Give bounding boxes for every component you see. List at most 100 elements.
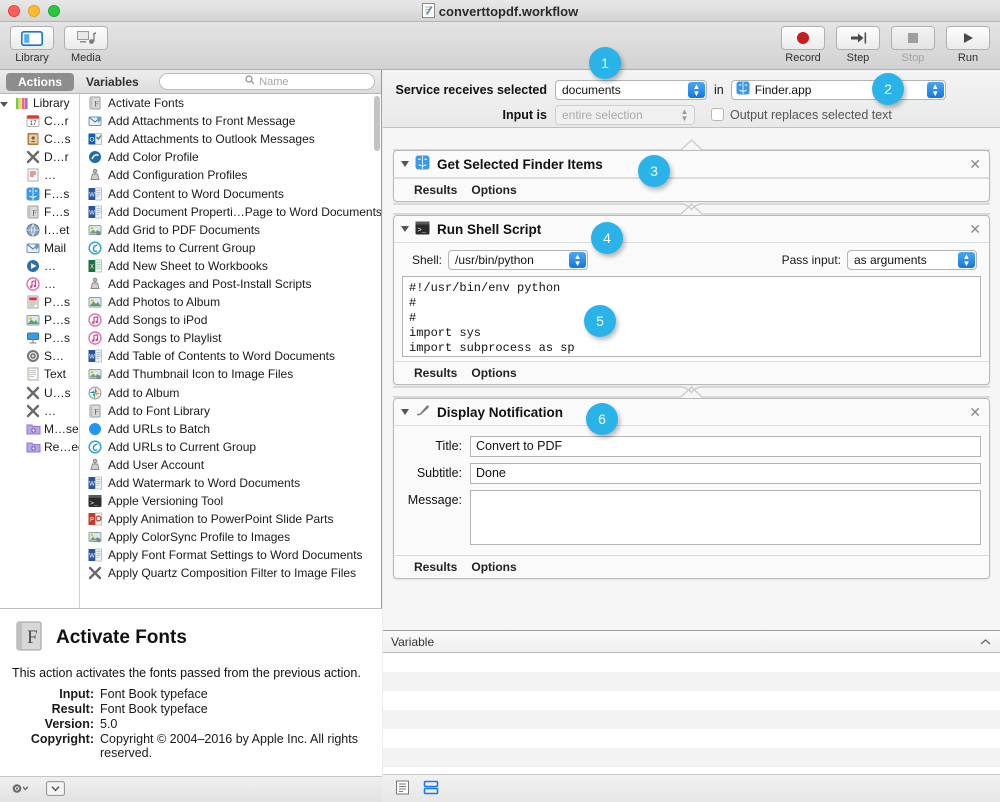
action-list-item[interactable]: WApply Font Format Settings to Word Docu… <box>80 546 381 564</box>
category-item[interactable]: … <box>0 402 79 420</box>
action-list-item[interactable]: Add Color Profile <box>80 148 381 166</box>
action-list-item[interactable]: Add to Album <box>80 384 381 402</box>
action-header[interactable]: Display Notification ✕ <box>394 399 989 426</box>
category-item[interactable]: … <box>0 166 79 184</box>
tab-variables[interactable]: Variables <box>74 73 151 91</box>
variables-view-icon[interactable] <box>423 780 439 798</box>
output-replaces-checkbox[interactable] <box>711 108 724 121</box>
step-button[interactable]: Step <box>836 26 880 64</box>
action-get-selected-finder-items[interactable]: Get Selected Finder Items ✕ Results Opti… <box>393 150 990 202</box>
notification-subtitle-input[interactable]: Done <box>470 463 981 484</box>
action-list-item[interactable]: Add User Account <box>80 456 381 474</box>
scrollbar-thumb[interactable] <box>374 96 380 151</box>
category-item[interactable]: S… <box>0 347 79 365</box>
action-list-item[interactable]: Add Configuration Profiles <box>80 166 381 184</box>
category-item[interactable]: FF…s <box>0 203 79 221</box>
variables-row[interactable] <box>383 710 1000 729</box>
target-app-dropdown[interactable]: Finder.app ▲▼ <box>731 80 946 100</box>
action-list-item[interactable]: Add URLs to Batch <box>80 420 381 438</box>
action-list-item[interactable]: WAdd Watermark to Word Documents <box>80 474 381 492</box>
category-item[interactable]: U…s <box>0 384 79 402</box>
category-item[interactable]: … <box>0 275 79 293</box>
variables-row[interactable] <box>383 729 1000 748</box>
stop-button[interactable]: Stop <box>891 26 935 64</box>
category-item[interactable]: Library <box>0 94 79 112</box>
action-list-item[interactable]: FActivate Fonts <box>80 94 381 112</box>
close-icon[interactable]: ✕ <box>969 222 981 236</box>
action-list-item[interactable]: Add Items to Current Group <box>80 239 381 257</box>
category-item[interactable]: I…et <box>0 221 79 239</box>
category-item[interactable]: … <box>0 257 79 275</box>
run-button[interactable]: Run <box>946 26 990 64</box>
action-list-item[interactable]: FAdd to Font Library <box>80 402 381 420</box>
variables-row[interactable] <box>383 672 1000 691</box>
shell-dropdown[interactable]: /usr/bin/python ▲▼ <box>448 250 588 270</box>
action-list-item[interactable]: Add Photos to Album <box>80 293 381 311</box>
action-list-item[interactable]: Add Packages and Post-Install Scripts <box>80 275 381 293</box>
action-list-item[interactable]: Add Thumbnail Icon to Image Files <box>80 365 381 383</box>
close-icon[interactable]: ✕ <box>969 405 981 419</box>
action-list-item[interactable]: WAdd Table of Contents to Word Documents <box>80 347 381 365</box>
action-list-item[interactable]: XAdd New Sheet to Workbooks <box>80 257 381 275</box>
log-view-icon[interactable] <box>395 780 410 798</box>
notification-message-input[interactable] <box>470 490 981 545</box>
category-item[interactable]: P…s <box>0 293 79 311</box>
close-icon[interactable]: ✕ <box>969 157 981 171</box>
action-list-item[interactable]: Add URLs to Current Group <box>80 438 381 456</box>
options-tab[interactable]: Options <box>471 560 516 574</box>
results-tab[interactable]: Results <box>414 366 457 380</box>
action-list-item[interactable]: WAdd Content to Word Documents <box>80 184 381 202</box>
category-item[interactable]: F…s <box>0 184 79 202</box>
gear-menu-icon[interactable] <box>10 782 32 798</box>
variables-row[interactable] <box>383 653 1000 672</box>
action-list-scrollbar[interactable] <box>374 96 380 606</box>
disclosure-button-icon[interactable] <box>46 781 65 799</box>
notification-title-input[interactable]: Convert to PDF <box>470 436 981 457</box>
action-list-item[interactable]: Add Attachments to Front Message <box>80 112 381 130</box>
input-type-dropdown[interactable]: documents ▲▼ <box>555 80 707 100</box>
category-item[interactable]: C…s <box>0 130 79 148</box>
disclosure-triangle-icon[interactable] <box>2 99 11 108</box>
category-item[interactable]: 17C…r <box>0 112 79 130</box>
action-list-item[interactable]: Apply Quartz Composition Filter to Image… <box>80 564 381 582</box>
chevron-up-icon[interactable] <box>979 635 992 649</box>
variables-row[interactable] <box>383 748 1000 767</box>
disclosure-triangle-icon[interactable] <box>401 226 409 232</box>
category-item[interactable]: Text <box>0 365 79 383</box>
pass-input-dropdown[interactable]: as arguments ▲▼ <box>847 250 977 270</box>
action-list-item[interactable]: OAdd Attachments to Outlook Messages <box>80 130 381 148</box>
category-item[interactable]: M…sed <box>0 420 79 438</box>
library-toolbar-button[interactable]: Library <box>10 26 54 64</box>
input-is-dropdown[interactable]: entire selection ▲▼ <box>555 105 695 125</box>
action-display-notification[interactable]: Display Notification ✕ Title: Convert to… <box>393 398 990 579</box>
shell-script-editor[interactable]: #!/usr/bin/env python # # import sys imp… <box>402 276 981 357</box>
variables-rows[interactable] <box>383 653 1000 774</box>
action-header[interactable]: Get Selected Finder Items ✕ <box>394 151 989 178</box>
action-list-item[interactable]: Add Songs to iPod <box>80 311 381 329</box>
action-header[interactable]: >_ Run Shell Script ✕ <box>394 216 989 243</box>
category-item[interactable]: D…r <box>0 148 79 166</box>
search-input[interactable]: Name <box>159 73 375 90</box>
workflow-canvas[interactable]: Get Selected Finder Items ✕ Results Opti… <box>383 128 1000 630</box>
action-list-item[interactable]: WAdd Document Properti…Page to Word Docu… <box>80 203 381 221</box>
action-list[interactable]: FActivate FontsAdd Attachments to Front … <box>80 94 381 608</box>
category-item[interactable]: P…s <box>0 329 79 347</box>
category-list[interactable]: Library17C…rC…sD…r…F…sFF…sI…etMail……P…sP… <box>0 94 80 608</box>
options-tab[interactable]: Options <box>471 183 516 197</box>
options-tab[interactable]: Options <box>471 366 516 380</box>
category-item[interactable]: Re…ed <box>0 438 79 456</box>
record-button[interactable]: Record <box>781 26 825 64</box>
variables-row[interactable] <box>383 691 1000 710</box>
category-item[interactable]: P…s <box>0 311 79 329</box>
action-list-item[interactable]: Add Grid to PDF Documents <box>80 221 381 239</box>
output-replaces-checkbox-group[interactable]: Output replaces selected text <box>711 108 892 122</box>
results-tab[interactable]: Results <box>414 183 457 197</box>
disclosure-triangle-icon[interactable] <box>401 409 409 415</box>
action-run-shell-script[interactable]: >_ Run Shell Script ✕ Shell: /usr/bin/py… <box>393 215 990 385</box>
category-item[interactable]: Mail <box>0 239 79 257</box>
media-toolbar-button[interactable]: Media <box>64 26 108 64</box>
action-list-item[interactable]: Apply ColorSync Profile to Images <box>80 528 381 546</box>
tab-actions[interactable]: Actions <box>6 73 74 91</box>
action-list-item[interactable]: PApply Animation to PowerPoint Slide Par… <box>80 510 381 528</box>
disclosure-triangle-icon[interactable] <box>401 161 409 167</box>
